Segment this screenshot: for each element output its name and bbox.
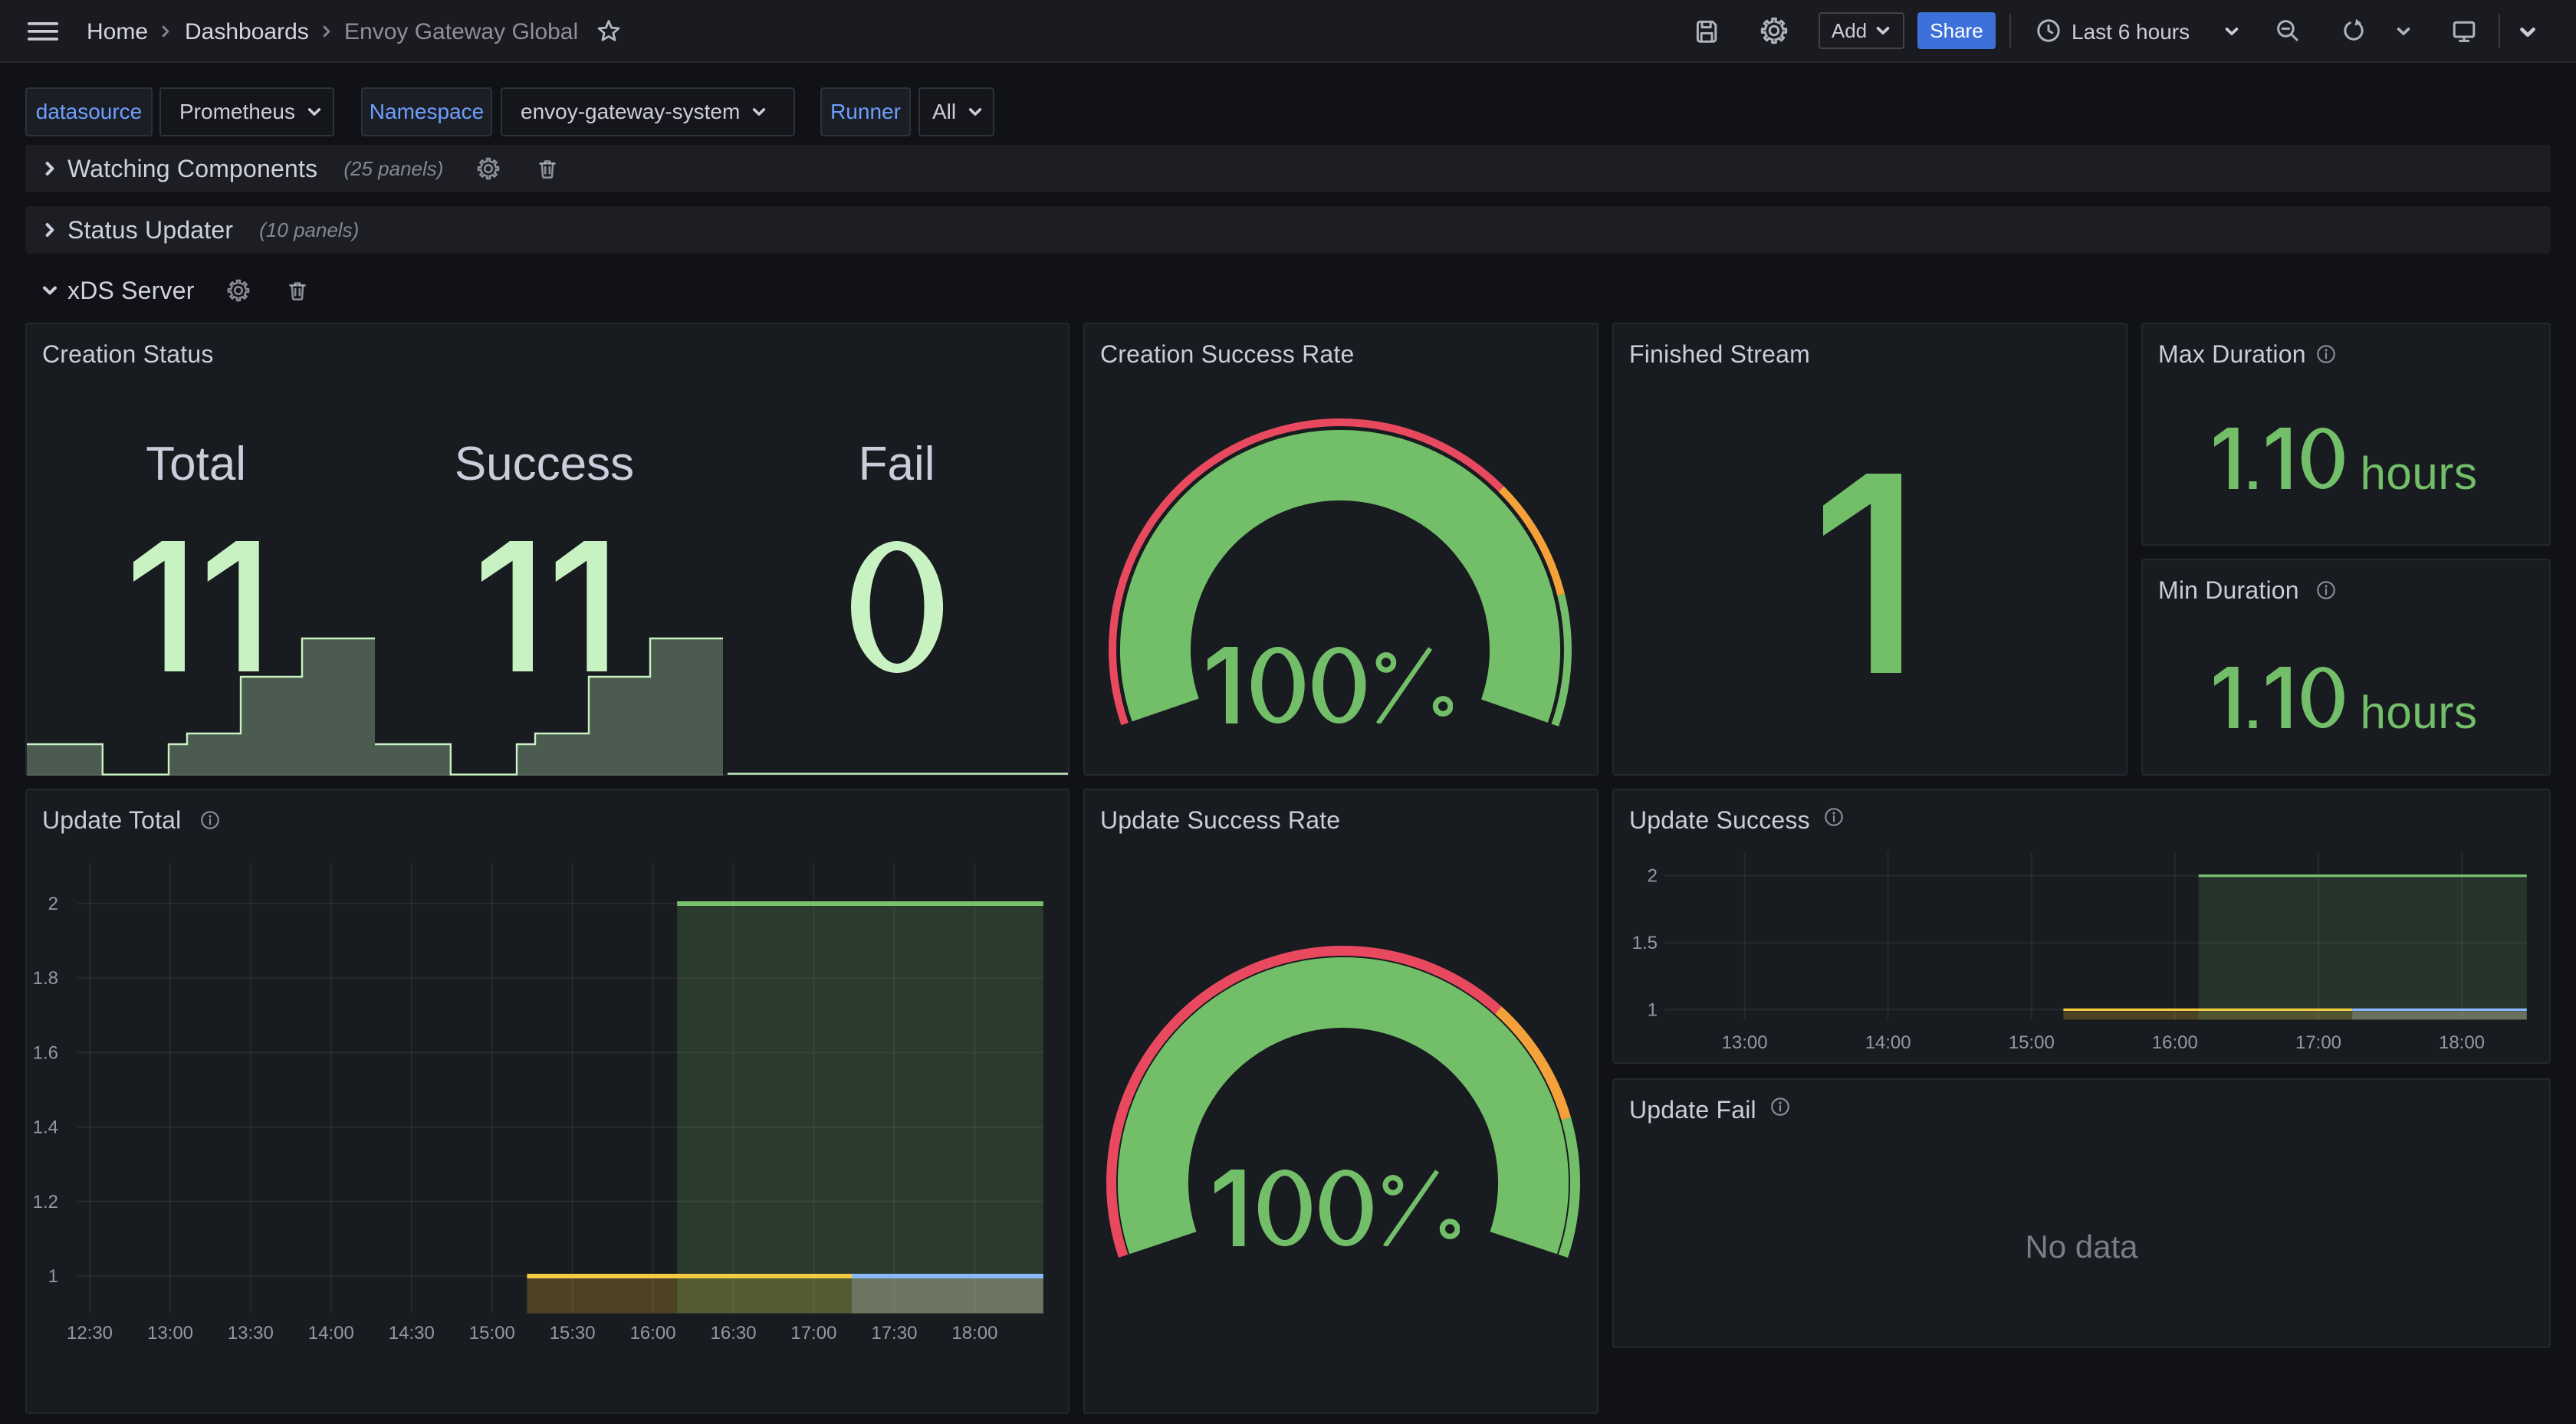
svg-text:1.5: 1.5	[1632, 933, 1658, 953]
svg-text:17:00: 17:00	[790, 1323, 836, 1344]
svg-text:16:00: 16:00	[630, 1323, 676, 1344]
svg-text:14:00: 14:00	[1865, 1032, 1911, 1053]
svg-text:1: 1	[48, 1266, 58, 1287]
svg-text:18:00: 18:00	[2439, 1032, 2485, 1053]
svg-text:1.2: 1.2	[33, 1192, 58, 1212]
svg-text:13:00: 13:00	[147, 1323, 193, 1344]
svg-text:16:00: 16:00	[2152, 1032, 2198, 1053]
svg-text:15:00: 15:00	[2009, 1032, 2055, 1053]
svg-text:12:30: 12:30	[67, 1323, 113, 1344]
svg-text:14:30: 14:30	[389, 1323, 435, 1344]
svg-text:1.8: 1.8	[33, 968, 58, 989]
svg-text:18:00: 18:00	[951, 1323, 997, 1344]
svg-text:2: 2	[1648, 866, 1658, 887]
svg-text:17:30: 17:30	[871, 1323, 917, 1344]
svg-text:1.6: 1.6	[33, 1042, 58, 1063]
svg-text:1: 1	[1648, 999, 1658, 1020]
svg-text:13:30: 13:30	[228, 1323, 274, 1344]
svg-text:16:30: 16:30	[711, 1323, 757, 1344]
svg-text:15:30: 15:30	[550, 1323, 596, 1344]
svg-text:1.4: 1.4	[33, 1117, 58, 1138]
svg-text:2: 2	[48, 894, 58, 914]
svg-text:15:00: 15:00	[469, 1323, 515, 1344]
svg-text:14:00: 14:00	[308, 1323, 354, 1344]
svg-text:17:00: 17:00	[2295, 1032, 2341, 1053]
svg-text:13:00: 13:00	[1722, 1032, 1768, 1053]
